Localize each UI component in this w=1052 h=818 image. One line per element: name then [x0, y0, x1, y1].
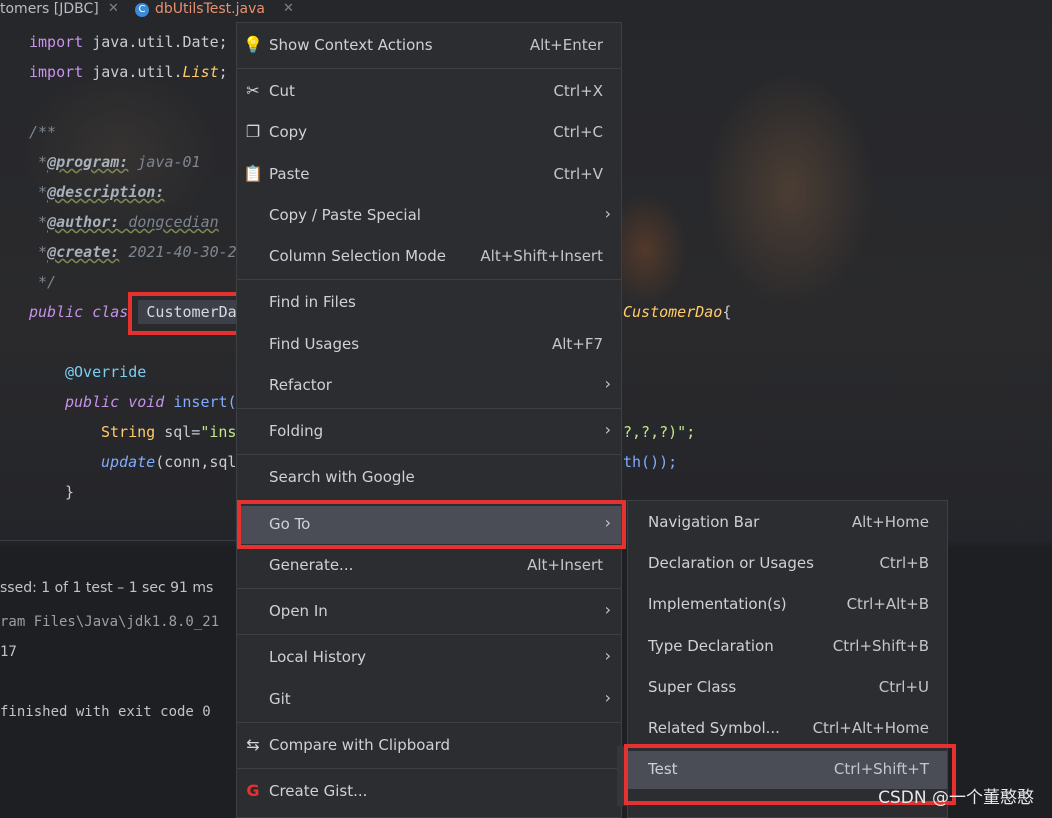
menu-item-open-in[interactable]: Open In ›	[237, 594, 621, 630]
menu-item-create-gist[interactable]: G Create Gist...	[237, 774, 621, 810]
clipboard-icon: 📋	[243, 164, 263, 183]
chevron-right-icon: ›	[604, 600, 611, 619]
menu-item-cut[interactable]: ✂ Cut Ctrl+X	[237, 74, 621, 110]
panel-divider	[0, 540, 236, 541]
tab-customers-jdbc[interactable]: tomers [JDBC] ✕	[0, 0, 119, 20]
menu-divider	[237, 279, 621, 280]
scissors-icon: ✂	[246, 81, 260, 100]
csdn-watermark: CSDN @一个董憨憨	[878, 788, 1034, 808]
close-icon[interactable]: ✕	[283, 0, 294, 18]
chevron-right-icon: ›	[604, 646, 611, 665]
submenu-item-type-declaration[interactable]: Type Declaration Ctrl+Shift+B	[628, 629, 947, 665]
code-line: *@program: java-01	[29, 153, 201, 171]
chevron-right-icon: ›	[604, 204, 611, 223]
code-line: public void insert(	[65, 393, 237, 411]
submenu-item-navigation-bar[interactable]: Navigation Bar Alt+Home	[628, 505, 947, 541]
console-line: 17	[0, 644, 17, 660]
bulb-icon: 💡	[243, 35, 263, 54]
menu-divider	[237, 768, 621, 769]
editor-tab-bar: tomers [JDBC] ✕ CdbUtilsTest.java ✕	[0, 0, 1052, 20]
code-line: */	[29, 273, 57, 291]
menu-divider	[237, 68, 621, 69]
close-icon[interactable]: ✕	[108, 0, 119, 18]
tab-dbutilstest[interactable]: CdbUtilsTest.java ✕	[135, 0, 294, 20]
menu-item-local-history[interactable]: Local History ›	[237, 640, 621, 676]
console-line: finished with exit code 0	[0, 704, 211, 720]
menu-item-generate[interactable]: Generate... Alt+Insert	[237, 548, 621, 584]
menu-item-show-context-actions[interactable]: 💡 Show Context Actions Alt+Enter	[237, 28, 621, 64]
menu-item-copy-paste-special[interactable]: Copy / Paste Special ›	[237, 198, 621, 234]
menu-item-column-selection-mode[interactable]: Column Selection Mode Alt+Shift+Insert	[237, 239, 621, 275]
test-status: ssed: 1 of 1 test – 1 sec 91 ms	[0, 580, 214, 596]
context-menu: 💡 Show Context Actions Alt+Enter ✂ Cut C…	[236, 22, 622, 818]
menu-item-folding[interactable]: Folding ›	[237, 414, 621, 450]
menu-item-copy[interactable]: ❐ Copy Ctrl+C	[237, 115, 621, 151]
copy-icon: ❐	[245, 122, 261, 141]
code-line-tail: CustomerDao{	[623, 303, 732, 321]
menu-item-git[interactable]: Git ›	[237, 682, 621, 718]
menu-item-paste[interactable]: 📋 Paste Ctrl+V	[237, 157, 621, 193]
menu-item-search-with-google[interactable]: Search with Google	[237, 460, 621, 496]
code-line: update(conn,sql	[101, 453, 237, 471]
java-class-icon: C	[135, 3, 149, 17]
chevron-right-icon: ›	[604, 374, 611, 393]
console-line: ram Files\Java\jdk1.8.0_21	[0, 614, 220, 630]
code-line: import java.util.List;	[29, 63, 228, 81]
tab-label: tomers [JDBC]	[0, 1, 99, 17]
menu-divider	[237, 722, 621, 723]
menu-divider	[237, 408, 621, 409]
menu-divider	[237, 454, 621, 455]
gist-icon: G	[246, 781, 260, 800]
code-line: *@create: 2021-40-30-2	[29, 243, 237, 261]
submenu-item-super-class[interactable]: Super Class Ctrl+U	[628, 670, 947, 706]
code-line: *@author: dongcedian	[29, 213, 219, 231]
menu-divider	[237, 588, 621, 589]
code-line: /**	[29, 123, 57, 141]
menu-item-compare-with-clipboard[interactable]: ⇆ Compare with Clipboard	[237, 728, 621, 764]
menu-item-refactor[interactable]: Refactor ›	[237, 368, 621, 404]
menu-item-find-usages[interactable]: Find Usages Alt+F7	[237, 327, 621, 363]
code-line: import java.util.Date;	[29, 33, 228, 51]
submenu-item-related-symbol[interactable]: Related Symbol... Ctrl+Alt+Home	[628, 711, 947, 747]
code-line: }	[65, 483, 75, 501]
chevron-right-icon: ›	[604, 688, 611, 707]
menu-divider	[237, 634, 621, 635]
tab-label: dbUtilsTest.java	[155, 1, 265, 17]
code-line: String sql="ins	[101, 423, 237, 441]
highlight-go-to-box	[237, 500, 626, 549]
chevron-right-icon: ›	[604, 420, 611, 439]
code-line: @Override	[65, 363, 147, 381]
code-line: *@description:	[29, 183, 165, 201]
submenu-item-declaration-or-usages[interactable]: Declaration or Usages Ctrl+B	[628, 546, 947, 582]
menu-item-find-in-files[interactable]: Find in Files	[237, 285, 621, 321]
submenu-item-implementations[interactable]: Implementation(s) Ctrl+Alt+B	[628, 587, 947, 623]
code-line-tail: th());	[623, 453, 678, 471]
compare-icon: ⇆	[246, 735, 260, 754]
code-line-tail: ?,?,?)";	[623, 423, 696, 441]
